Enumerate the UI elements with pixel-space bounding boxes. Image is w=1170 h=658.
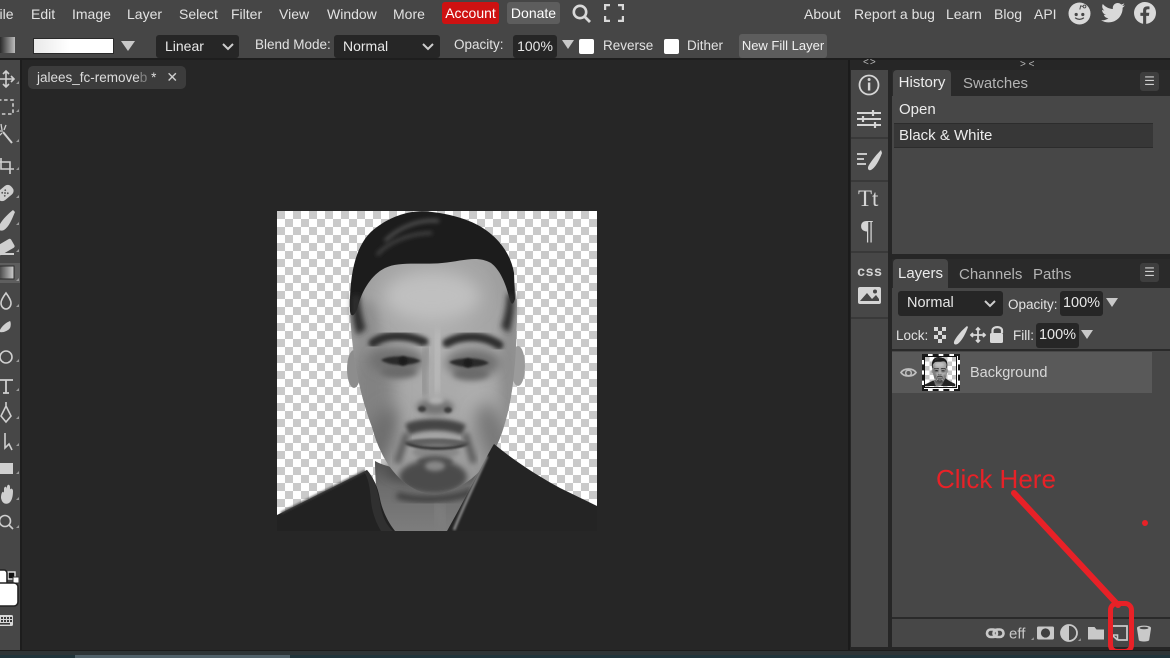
svg-text:¶: ¶ xyxy=(861,215,873,245)
svg-text:Tt: Tt xyxy=(858,186,879,211)
svg-text:eff: eff xyxy=(1009,626,1026,643)
svg-text:css: css xyxy=(857,265,882,281)
